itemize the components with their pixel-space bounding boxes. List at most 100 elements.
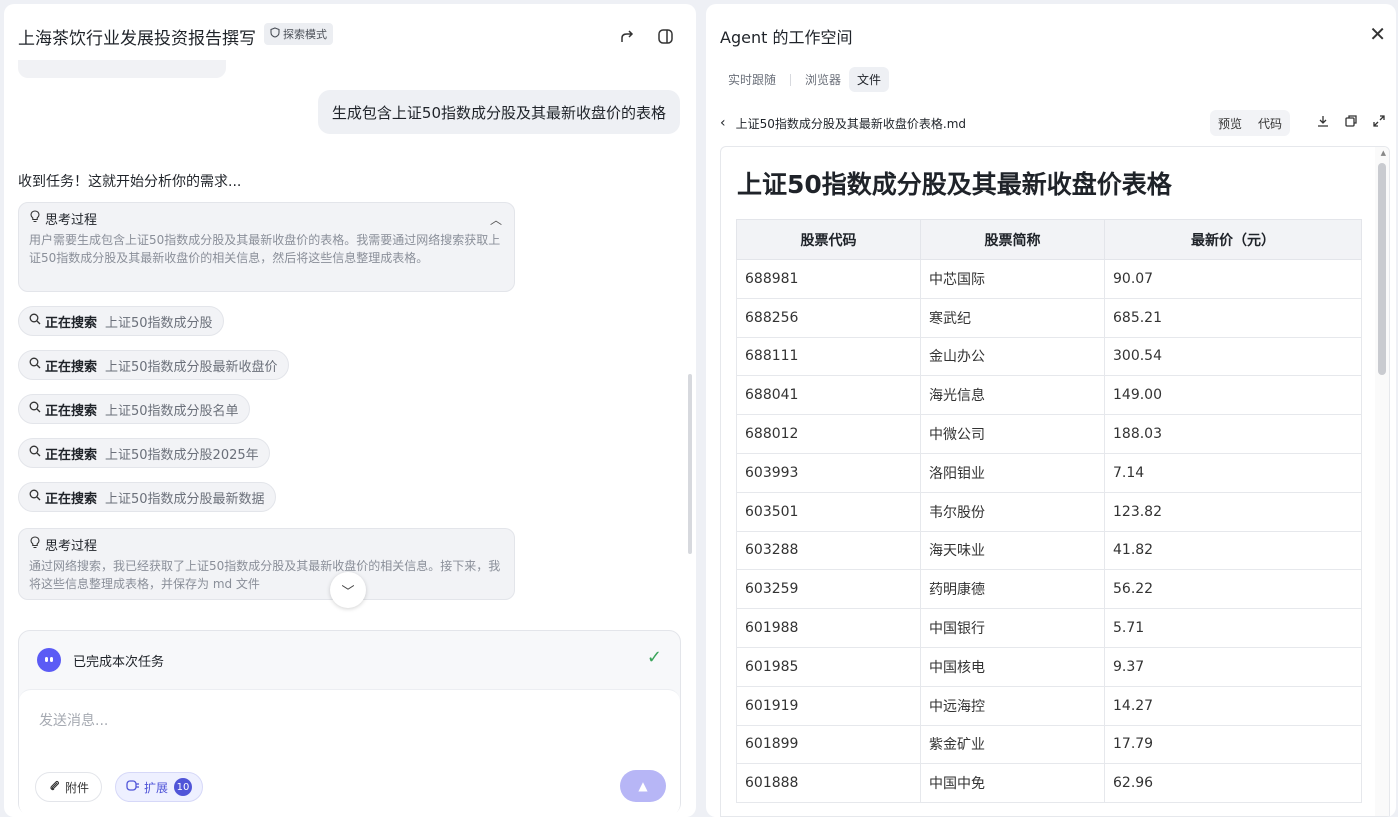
table-row: 603259 药明康德 56.22 <box>736 569 1362 610</box>
panel-toggle-icon[interactable] <box>654 25 676 47</box>
share-icon[interactable] <box>616 25 638 47</box>
table-row: 688256 寒武纪 685.21 <box>736 297 1362 338</box>
mode-badge-label: 探索模式 <box>283 28 327 41</box>
cell-stock-code: 601985 <box>736 646 921 687</box>
message-input[interactable]: 发送消息... 附件 扩展 10 ▲ <box>19 689 680 816</box>
chevron-down-icon: ﹀ <box>341 584 355 600</box>
view-preview-button[interactable]: 预览 <box>1210 110 1250 136</box>
preview-scrollbar[interactable]: ▲ <box>1375 147 1389 816</box>
search-status-item: 正在搜索 上证50指数成分股最新数据 <box>18 482 276 512</box>
column-header-code: 股票代码 <box>736 219 921 260</box>
view-mode-switch: 预览 代码 <box>1209 110 1290 136</box>
search-query: 上证50指数成分股2025年 <box>105 447 259 463</box>
table-body: 688981 中芯国际 90.07 688256 寒武纪 685.21 688111 金山办公… <box>736 259 1362 804</box>
chat-panel: 上海茶饮行业发展投资报告撰写 探索模式 生成包含上证50指数成分股及其最新收盘价… <box>4 4 696 817</box>
cell-stock-code: 603993 <box>736 452 921 493</box>
search-status: 正在搜索 <box>45 403 98 419</box>
cell-latest-price: 188.03 <box>1104 414 1362 454</box>
workspace-tabs: 实时跟随 浏览器 文件 <box>720 67 890 92</box>
cell-latest-price: 685.21 <box>1104 297 1362 338</box>
search-status-item: 正在搜索 上证50指数成分股 <box>18 306 224 336</box>
check-icon: ✓ <box>646 647 662 668</box>
download-icon[interactable] <box>1316 114 1330 132</box>
table-row: 603993 洛阳钼业 7.14 <box>736 452 1362 493</box>
cell-latest-price: 149.00 <box>1104 375 1362 416</box>
tab-divider <box>790 73 792 86</box>
search-query: 上证50指数成分股最新数据 <box>105 491 265 507</box>
cell-stock-code: 601919 <box>736 685 921 726</box>
back-chevron-icon[interactable]: ‹ <box>720 115 726 131</box>
workspace-panel: Agent 的工作空间 ✕ 实时跟随 浏览器 文件 ‹ 上证50指数成分股及其最… <box>706 4 1396 817</box>
think-label: 思考过程 <box>45 213 98 228</box>
lightbulb-icon <box>29 210 41 227</box>
shield-icon <box>270 27 280 41</box>
think-process-1[interactable]: 思考过程 ︿ 用户需要生成包含上证50指数成分股及其最新收盘价的表格。我需要通过… <box>18 202 515 292</box>
think-body: 用户需要生成包含上证50指数成分股及其最新收盘价的表格。我需要通过网络搜索获取上… <box>29 233 501 265</box>
tab-files[interactable]: 文件 <box>849 67 890 92</box>
cell-stock-code: 688012 <box>736 414 921 454</box>
cell-stock-name: 中芯国际 <box>920 259 1105 299</box>
document-preview: 上证50指数成分股及其最新收盘价表格 股票代码 股票简称 最新价（元） 6889… <box>720 146 1390 817</box>
chevron-up-icon[interactable]: ︿ <box>490 211 502 228</box>
cell-stock-code: 603259 <box>736 569 921 610</box>
search-status-item: 正在搜索 上证50指数成分股最新收盘价 <box>18 350 289 380</box>
cell-latest-price: 17.79 <box>1104 724 1362 765</box>
cell-latest-price: 90.07 <box>1104 259 1362 299</box>
search-status-item: 正在搜索 上证50指数成分股2025年 <box>18 438 270 468</box>
table-row: 601988 中国银行 5.71 <box>736 608 1362 648</box>
table-row: 688041 海光信息 149.00 <box>736 375 1362 416</box>
expand-icon[interactable] <box>1372 114 1386 132</box>
task-complete-row: 已完成本次任务 ✓ <box>19 631 680 689</box>
document-title: 上证50指数成分股及其最新收盘价表格 <box>737 170 1172 199</box>
tab-browser[interactable]: 浏览器 <box>797 67 849 92</box>
table-row: 603501 韦尔股份 123.82 <box>736 491 1362 532</box>
search-status: 正在搜索 <box>45 447 98 463</box>
cell-stock-name: 金山办公 <box>920 336 1105 377</box>
scroll-down-button[interactable]: ﹀ <box>330 572 366 608</box>
search-icon <box>29 401 41 417</box>
think-process-2[interactable]: 思考过程 通过网络搜索，我已经获取了上证50指数成分股及其最新收盘价的相关信息。… <box>18 528 515 600</box>
cell-stock-name: 药明康德 <box>920 569 1105 610</box>
cell-stock-name: 洛阳钼业 <box>920 452 1105 493</box>
cell-latest-price: 7.14 <box>1104 452 1362 493</box>
search-status: 正在搜索 <box>45 359 98 375</box>
cell-stock-name: 寒武纪 <box>920 297 1105 338</box>
cell-stock-code: 601888 <box>736 763 921 804</box>
previous-message-stub <box>18 60 226 78</box>
table-row: 688012 中微公司 188.03 <box>736 414 1362 454</box>
cell-stock-name: 中国中免 <box>920 763 1105 804</box>
cell-stock-code: 601899 <box>736 724 921 765</box>
search-query: 上证50指数成分股名单 <box>105 403 239 419</box>
preview-scroll-thumb[interactable] <box>1378 163 1386 375</box>
search-icon <box>29 489 41 505</box>
cell-stock-name: 海天味业 <box>920 530 1105 571</box>
send-button[interactable]: ▲ <box>620 770 666 802</box>
extension-button[interactable]: 扩展 10 <box>115 772 204 802</box>
cell-latest-price: 9.37 <box>1104 646 1362 687</box>
cell-stock-code: 688111 <box>736 336 921 377</box>
think-body: 通过网络搜索，我已经获取了上证50指数成分股及其最新收盘价的相关信息。接下来，我… <box>29 559 501 591</box>
cell-stock-code: 688981 <box>736 259 921 299</box>
tab-live-follow[interactable]: 实时跟随 <box>720 67 784 92</box>
cell-stock-code: 688041 <box>736 375 921 416</box>
extension-icon <box>126 779 140 795</box>
lightbulb-icon <box>29 536 41 553</box>
column-header-name: 股票简称 <box>920 219 1105 260</box>
cell-latest-price: 14.27 <box>1104 685 1362 726</box>
close-icon[interactable]: ✕ <box>1369 22 1386 46</box>
view-code-button[interactable]: 代码 <box>1250 110 1290 136</box>
copy-icon[interactable] <box>1344 114 1358 132</box>
cell-stock-name: 中国核电 <box>920 646 1105 687</box>
attach-button[interactable]: 附件 <box>35 772 103 802</box>
mode-badge[interactable]: 探索模式 <box>264 23 333 45</box>
search-icon <box>29 357 41 373</box>
table-row: 601985 中国核电 9.37 <box>736 646 1362 687</box>
cell-latest-price: 62.96 <box>1104 763 1362 804</box>
cell-stock-name: 紫金矿业 <box>920 724 1105 765</box>
search-status: 正在搜索 <box>45 315 98 331</box>
cell-latest-price: 5.71 <box>1104 608 1362 648</box>
cell-latest-price: 56.22 <box>1104 569 1362 610</box>
chat-title: 上海茶饮行业发展投资报告撰写 <box>18 29 256 49</box>
chat-scrollbar[interactable] <box>688 374 692 554</box>
scroll-up-arrow-icon[interactable]: ▲ <box>1381 149 1386 157</box>
